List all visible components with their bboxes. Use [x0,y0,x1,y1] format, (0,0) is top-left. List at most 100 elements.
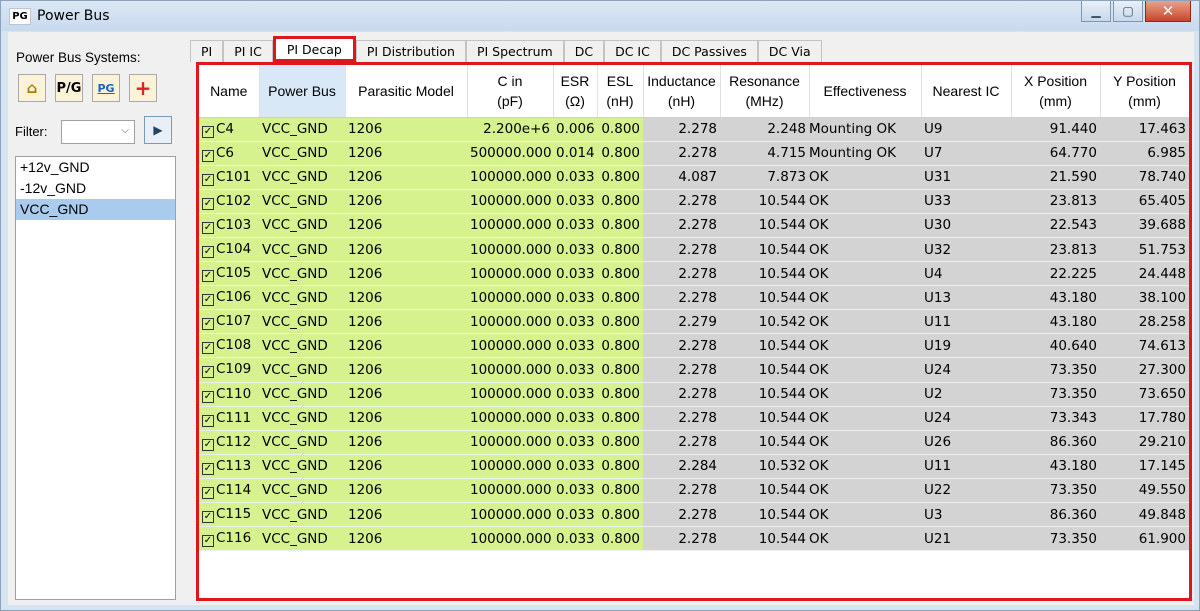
column-header[interactable]: Y Position (mm) [1100,65,1189,118]
table-row[interactable]: ✓ C113 VCC_GND 1206 100000.000 0.033 0.800 2.28… [199,454,1189,479]
system-list-item[interactable]: +12v_GND [16,157,175,178]
table-row[interactable]: ✓ C102 VCC_GND 1206 100000.000 0.033 0.800 2.27… [199,189,1189,214]
cell-name[interactable]: ✓ C113 [199,454,259,479]
cell-name[interactable]: ✓ C109 [199,357,259,383]
cell-effectiveness: OK [809,189,921,214]
cell-name[interactable]: ✓ C111 [199,406,259,431]
table-row[interactable]: ✓ C112 VCC_GND 1206 100000.000 0.033 0.800 2.27… [199,430,1189,455]
table-row[interactable]: ✓ C105 VCC_GND 1206 100000.000 0.033 0.800 2.27… [199,261,1189,287]
cell-name[interactable]: ✓ C4 [199,117,259,142]
cell-name[interactable]: ✓ C112 [199,430,259,455]
cell-name[interactable]: ✓ C115 [199,502,259,528]
cell-effectiveness: OK [809,382,921,407]
column-header[interactable]: Effectiveness [809,65,922,118]
add-button[interactable]: + [129,74,157,102]
row-checkbox[interactable]: ✓ [202,342,214,355]
row-checkbox[interactable]: ✓ [202,197,214,210]
tab-pi-ic[interactable]: PI IC [223,40,273,62]
row-checkbox[interactable]: ✓ [202,270,214,283]
cell-name[interactable]: ✓ C6 [199,141,259,166]
tab-pi[interactable]: PI [190,40,224,62]
cell-name[interactable]: ✓ C103 [199,213,259,238]
chevron-down-icon: ⌵ [121,125,129,136]
row-checkbox[interactable]: ✓ [202,125,214,138]
cell-name[interactable]: ✓ C108 [199,333,259,359]
row-checkbox[interactable]: ✓ [202,149,214,162]
table-row[interactable]: ✓ C101 VCC_GND 1206 100000.000 0.033 0.800 4.08… [199,165,1189,190]
system-list-item[interactable]: VCC_GND [16,199,175,220]
cell-name[interactable]: ✓ C116 [199,526,259,552]
table-row[interactable]: ✓ C104 VCC_GND 1206 100000.000 0.033 0.800 2.27… [199,237,1189,263]
row-checkbox[interactable]: ✓ [202,221,214,234]
table-row[interactable]: ✓ C103 VCC_GND 1206 100000.000 0.033 0.800 2.27… [199,213,1189,238]
table-row[interactable]: ✓ C6 VCC_GND 1206 500000.000 0.014 0.800 2.278 4… [199,141,1189,166]
cell-name[interactable]: ✓ C107 [199,309,259,335]
power-ground-button[interactable]: P/G [55,74,83,102]
row-checkbox[interactable]: ✓ [202,294,214,307]
tab-pi-decap[interactable]: PI Decap [272,36,356,62]
table-row[interactable]: ✓ C110 VCC_GND 1206 100000.000 0.033 0.800 2.27… [199,382,1189,407]
table-row[interactable]: ✓ C111 VCC_GND 1206 100000.000 0.033 0.800 2.27… [199,406,1189,431]
row-checkbox[interactable]: ✓ [202,246,214,259]
column-header[interactable]: C in (pF) [467,65,554,118]
title-bar[interactable]: PG Power Bus ▁ ▢ ✕ [1,1,1199,31]
tab-dc-passives[interactable]: DC Passives [660,40,758,62]
row-checkbox[interactable]: ✓ [202,486,214,499]
close-button[interactable]: ✕ [1145,1,1191,22]
cell-y-position: 24.448 [1100,261,1189,287]
row-checkbox[interactable]: ✓ [202,511,214,524]
cell-name[interactable]: ✓ C106 [199,285,259,311]
column-header[interactable]: X Position (mm) [1011,65,1101,118]
maximize-button[interactable]: ▢ [1113,1,1143,22]
cell-power-bus: VCC_GND [259,285,345,311]
column-header[interactable]: ESL (nH) [597,65,644,118]
table-row[interactable]: ✓ C115 VCC_GND 1206 100000.000 0.033 0.800 2.27… [199,502,1189,528]
tab-dc[interactable]: DC [563,40,605,62]
filter-select[interactable]: ⌵ [61,120,135,144]
system-list-item[interactable]: -12v_GND [16,178,175,199]
table-row[interactable]: ✓ C107 VCC_GND 1206 100000.000 0.033 0.800 2.27… [199,309,1189,335]
table-row[interactable]: ✓ C116 VCC_GND 1206 100000.000 0.033 0.800 2.27… [199,526,1189,552]
cell-name[interactable]: ✓ C114 [199,478,259,504]
cell-name[interactable]: ✓ C105 [199,261,259,287]
column-header[interactable]: Nearest IC [921,65,1012,118]
table-row[interactable]: ✓ C108 VCC_GND 1206 100000.000 0.033 0.800 2.27… [199,333,1189,359]
cell-name[interactable]: ✓ C101 [199,165,259,190]
cell-name[interactable]: ✓ C102 [199,189,259,214]
cell-name[interactable]: ✓ C104 [199,237,259,263]
cell-x-position: 43.180 [1011,454,1100,479]
row-checkbox[interactable]: ✓ [202,535,214,548]
table-row[interactable]: ✓ C4 VCC_GND 1206 2.200e+6 0.006 0.800 2.278 2.2… [199,117,1189,142]
pg-select-button[interactable]: PG [92,74,120,102]
column-header[interactable]: Name [199,65,260,118]
tab-dc-via[interactable]: DC Via [757,40,822,62]
cell-name[interactable]: ✓ C110 [199,382,259,407]
table-row[interactable]: ✓ C114 VCC_GND 1206 100000.000 0.033 0.800 2.27… [199,478,1189,504]
tab-dc-ic[interactable]: DC IC [604,40,661,62]
table-row[interactable]: ✓ C106 VCC_GND 1206 100000.000 0.033 0.800 2.27… [199,285,1189,311]
column-header[interactable]: Resonance (MHz) [720,65,810,118]
row-checkbox[interactable]: ✓ [202,390,214,403]
cell-esr: 0.033 [553,454,597,479]
minimize-button[interactable]: ▁ [1081,1,1111,22]
cell-power-bus: VCC_GND [259,141,345,166]
column-header[interactable]: Power Bus [259,65,346,118]
row-checkbox[interactable]: ✓ [202,318,214,331]
column-header[interactable]: Parasitic Model [345,65,468,118]
column-header[interactable]: Inductance (nH) [643,65,721,118]
column-header[interactable]: ESR (Ω) [553,65,598,118]
row-checkbox[interactable]: ✓ [202,414,214,427]
cell-nearest-ic: U30 [921,213,1011,238]
tab-pi-distribution[interactable]: PI Distribution [355,40,466,62]
row-checkbox[interactable]: ✓ [202,438,214,451]
row-checkbox[interactable]: ✓ [202,173,214,186]
table-row[interactable]: ✓ C109 VCC_GND 1206 100000.000 0.033 0.800 2.27… [199,357,1189,383]
row-checkbox[interactable]: ✓ [202,462,214,475]
apply-filter-button[interactable]: ▶ [144,116,172,144]
power-bus-system-list[interactable]: +12v_GND -12v_GND VCC_GND [15,156,176,600]
home-button[interactable]: ⌂ [18,74,46,102]
row-checkbox[interactable]: ✓ [202,366,214,379]
cell-y-position: 28.258 [1100,309,1189,335]
cell-effectiveness: OK [809,165,921,190]
tab-pi-spectrum[interactable]: PI Spectrum [465,40,564,62]
